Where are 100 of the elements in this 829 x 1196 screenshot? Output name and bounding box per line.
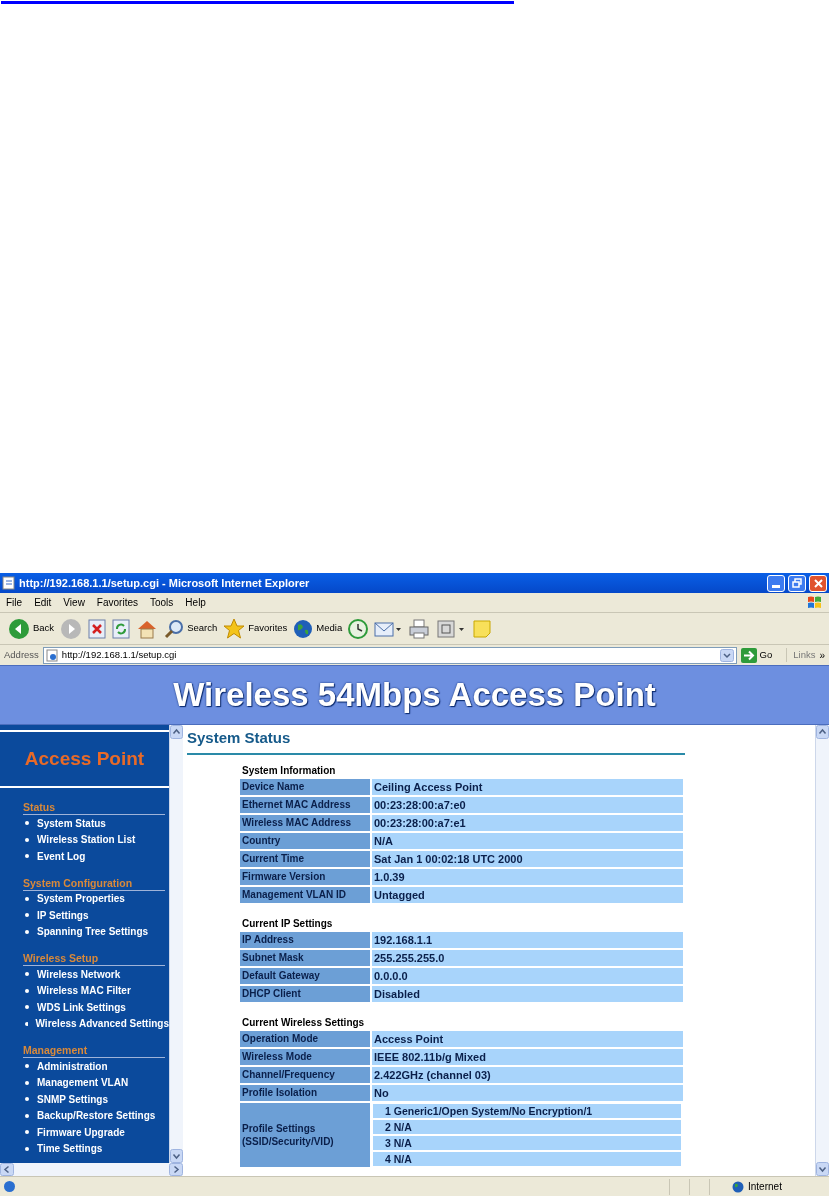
document-icon <box>436 618 467 639</box>
page-scrollbar[interactable] <box>815 725 829 1176</box>
close-button[interactable] <box>809 574 827 592</box>
field-label: IP Address <box>240 931 370 948</box>
sidebar-heading: Wireless Setup <box>23 951 165 966</box>
field-value: 3 N/A <box>373 1135 681 1150</box>
globe-icon <box>732 1180 744 1193</box>
bullet-icon <box>25 1113 29 1118</box>
close-icon <box>813 578 823 588</box>
sidebar-heading: System Configuration <box>23 875 165 891</box>
field-label: Ethernet MAC Address <box>240 796 370 813</box>
menu-item[interactable]: Tools <box>144 595 180 610</box>
address-label: Address <box>4 647 39 662</box>
field-label: Current Time <box>240 850 370 867</box>
sidebar-link[interactable]: Administration <box>37 1058 108 1074</box>
section-title: Current IP Settings <box>241 916 334 930</box>
field-value: 00:23:28:00:a7:e1 <box>372 814 683 831</box>
field-label: Operation Mode <box>240 1030 370 1047</box>
menu-item[interactable]: Favorites <box>90 595 144 610</box>
sidebar-link[interactable]: Backup/Restore Settings <box>37 1108 156 1124</box>
sidebar-link[interactable]: Firmware Upgrade <box>37 1124 125 1140</box>
bullet-icon <box>25 1130 29 1135</box>
sidebar-link[interactable]: Time Settings <box>37 1141 103 1157</box>
minimize-button[interactable] <box>767 574 785 592</box>
toolbar-button[interactable] <box>408 618 431 639</box>
sidebar-link[interactable]: WDS Link Settings <box>37 999 126 1015</box>
sidebar-logo: Access Point <box>24 746 145 771</box>
field-value: Access Point <box>372 1030 683 1047</box>
field-value: 2 N/A <box>373 1119 681 1134</box>
search-icon <box>164 618 185 639</box>
links-label[interactable]: Links <box>786 647 816 663</box>
field-value: N/A <box>372 832 683 849</box>
bullet-icon <box>25 837 29 842</box>
chevron-more[interactable]: » <box>819 647 825 663</box>
section-title: Current Wireless Settings <box>241 1015 366 1029</box>
field-label: Profile Isolation <box>240 1084 370 1101</box>
note-icon <box>472 618 493 639</box>
sidebar-link[interactable]: Wireless Advanced Settings <box>35 1016 169 1032</box>
printer-icon <box>408 618 431 639</box>
toolbar-button[interactable]: Favorites <box>223 617 288 640</box>
field-value: Ceiling Access Point <box>372 778 683 795</box>
sidebar-link[interactable]: IP Settings <box>37 907 89 923</box>
sidebar-heading: Status <box>23 800 165 815</box>
bullet-icon <box>25 854 29 859</box>
address-field[interactable]: http://192.168.1.1/setup.cgi <box>42 646 737 664</box>
menu-item[interactable]: File <box>0 595 29 610</box>
field-label: DHCP Client <box>240 985 370 1002</box>
toolbar-button[interactable] <box>436 618 467 639</box>
field-value: 192.168.1.1 <box>372 931 683 948</box>
field-label: Wireless MAC Address <box>240 814 370 831</box>
toolbar-button[interactable]: Search <box>164 618 218 639</box>
sidebar-scrollbar[interactable] <box>169 725 183 1163</box>
field-label: Channel/Frequency <box>240 1066 370 1083</box>
go-arrow-icon <box>740 647 757 663</box>
flag-logo-icon <box>807 594 823 611</box>
toolbar-button[interactable] <box>112 618 131 639</box>
menu-item[interactable]: Edit <box>28 595 58 610</box>
field-value: 255.255.255.0 <box>372 949 683 966</box>
toolbar-button[interactable] <box>348 618 369 639</box>
sidebar-link[interactable]: System Properties <box>37 891 125 907</box>
sidebar-link[interactable]: Management VLAN <box>37 1075 129 1091</box>
restore-button[interactable] <box>788 574 806 592</box>
sidebar-link[interactable]: Wireless Network <box>37 966 121 982</box>
field-value: Sat Jan 1 00:02:18 UTC 2000 <box>372 850 683 867</box>
window-title: http://192.168.1.1/setup.cgi - Microsoft Internet Explorer <box>19 575 311 591</box>
refresh-icon <box>112 618 131 639</box>
zone-label: Internet <box>748 1180 782 1194</box>
field-label: Profile Settings (SSID/Security/VID) <box>240 1102 370 1167</box>
bullet-icon <box>25 913 29 918</box>
toolbar-button[interactable]: Back <box>8 617 55 640</box>
banner-title: Wireless 54Mbps Access Point <box>173 675 656 716</box>
restore-icon <box>792 578 802 588</box>
field-label: Firmware Version <box>240 868 370 885</box>
go-button[interactable]: Go <box>740 647 783 663</box>
sidebar-link[interactable]: Event Log <box>37 848 86 864</box>
sidebar-link[interactable]: Wireless Station List <box>37 832 136 848</box>
bullet-icon <box>25 1080 29 1085</box>
bullet-icon <box>25 1005 29 1010</box>
menu-item[interactable]: View <box>57 595 91 610</box>
star-icon <box>223 617 246 640</box>
field-label: Subnet Mask <box>240 949 370 966</box>
globe-icon <box>293 618 314 639</box>
sidebar-link[interactable]: Spanning Tree Settings <box>37 924 149 940</box>
toolbar-button[interactable]: Media <box>293 618 343 639</box>
field-label: Device Name <box>240 778 370 795</box>
bullet-icon <box>25 988 29 993</box>
field-value: IEEE 802.11b/g Mixed <box>372 1048 683 1065</box>
page-heading: System Status <box>187 727 685 755</box>
sidebar-link[interactable]: SNMP Settings <box>37 1091 108 1107</box>
toolbar-button[interactable] <box>88 618 107 639</box>
sidebar-link[interactable]: System Status <box>37 815 106 831</box>
clock-icon <box>348 618 369 639</box>
stop-icon <box>88 618 107 639</box>
field-label: Country <box>240 832 370 849</box>
bullet-icon <box>25 972 29 977</box>
menu-item[interactable]: Help <box>179 595 212 610</box>
field-value: 4 N/A <box>373 1151 681 1166</box>
sidebar-link[interactable]: Wireless MAC Filter <box>37 983 131 999</box>
horizontal-scrollbar[interactable] <box>0 1163 183 1176</box>
bullet-icon <box>25 1146 29 1151</box>
